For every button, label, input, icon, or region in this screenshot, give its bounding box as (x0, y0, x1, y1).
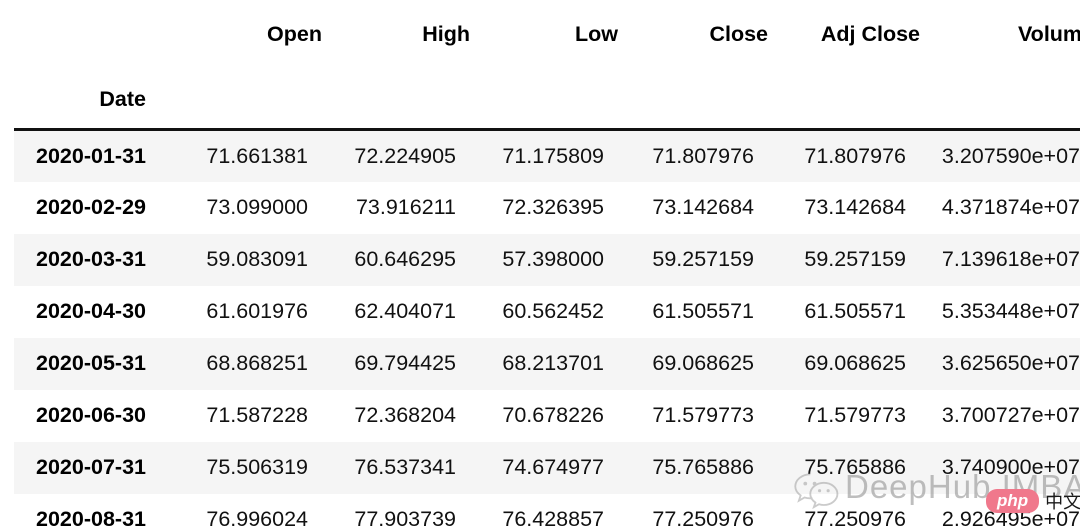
cell-high: 72.368204 (354, 403, 456, 427)
cell-low: 72.326395 (502, 195, 604, 219)
cell-volume: 3.700727e+07 (941, 403, 1080, 427)
row-label-date: 2020-04-30 (36, 299, 146, 323)
cell-volume: 3.207590e+07 (941, 143, 1080, 168)
index-row-blank-3 (470, 72, 618, 131)
cell-open: 71.661381 (206, 143, 308, 168)
table-row: 2020-01-31 71.661381 72.224905 71.175809… (14, 129, 1080, 182)
table-row: 2020-07-31 75.506319 76.537341 74.674977… (14, 441, 1080, 494)
cell-open: 73.099000 (206, 195, 308, 219)
cell-adj-close: 69.068625 (804, 351, 906, 375)
column-header-adj-close: Adj Close (820, 21, 920, 46)
cell-volume: 2.926495e+07 (941, 507, 1080, 526)
table-row: 2020-08-31 76.996024 77.903739 76.428857… (14, 493, 1080, 526)
cell-adj-close: 59.257159 (804, 247, 906, 271)
column-header-open: Open (267, 21, 322, 46)
cell-low: 60.562452 (502, 299, 604, 323)
corner-blank-cell (14, 0, 172, 72)
cell-close: 75.765886 (652, 455, 754, 479)
cell-close: 59.257159 (652, 247, 754, 271)
column-header-low: Low (575, 21, 618, 46)
table-row: 2020-03-31 59.083091 60.646295 57.398000… (14, 233, 1080, 286)
table-body: 2020-01-31 71.661381 72.224905 71.175809… (14, 129, 1080, 526)
cell-close: 61.505571 (652, 299, 754, 323)
column-header-high: High (422, 21, 470, 46)
cell-high: 69.794425 (354, 351, 456, 375)
cell-volume: 7.139618e+07 (941, 247, 1080, 271)
cell-volume: 4.371874e+07 (941, 195, 1080, 219)
cell-low: 57.398000 (502, 247, 604, 271)
cell-high: 72.224905 (354, 143, 456, 168)
dataframe-table: Open High Low Close Adj Close Volume Dat… (14, 0, 1080, 526)
table-row: 2020-04-30 61.601976 62.404071 60.562452… (14, 285, 1080, 338)
cell-high: 76.537341 (354, 455, 456, 479)
cell-close: 71.579773 (652, 403, 754, 427)
cell-open: 75.506319 (206, 455, 308, 479)
index-name-row: Date (14, 72, 1080, 131)
row-label-date: 2020-05-31 (36, 351, 146, 375)
cell-open: 61.601976 (206, 299, 308, 323)
cell-low: 71.175809 (502, 143, 604, 168)
cell-low: 74.674977 (502, 455, 604, 479)
column-header-row: Open High Low Close Adj Close Volume (14, 0, 1080, 72)
cell-open: 76.996024 (206, 507, 308, 526)
table-row: 2020-02-29 73.099000 73.916211 72.326395… (14, 181, 1080, 234)
cell-close: 77.250976 (652, 507, 754, 526)
row-label-date: 2020-08-31 (36, 507, 146, 526)
index-row-blank-4 (618, 72, 768, 131)
cell-adj-close: 71.579773 (804, 403, 906, 427)
row-label-date: 2020-02-29 (36, 195, 146, 219)
cell-high: 77.903739 (354, 507, 456, 526)
cell-close: 71.807976 (652, 143, 754, 168)
row-label-date: 2020-07-31 (36, 455, 146, 479)
cell-high: 73.916211 (355, 195, 456, 219)
cell-adj-close: 61.505571 (804, 299, 906, 323)
column-header-volume: Volume (1017, 21, 1080, 46)
cell-volume: 5.353448e+07 (941, 299, 1080, 323)
cell-adj-close: 73.142684 (804, 195, 906, 219)
column-header-close: Close (709, 21, 768, 46)
index-name-date: Date (14, 72, 172, 131)
cell-high: 60.646295 (354, 247, 456, 271)
cell-adj-close: 75.765886 (804, 455, 906, 479)
row-label-date: 2020-01-31 (36, 143, 146, 168)
cell-adj-close: 77.250976 (804, 507, 906, 526)
cell-adj-close: 71.807976 (804, 143, 906, 168)
index-row-blank-2 (322, 72, 470, 131)
cell-close: 69.068625 (652, 351, 754, 375)
cell-low: 70.678226 (502, 403, 604, 427)
row-label-date: 2020-06-30 (36, 403, 146, 427)
cell-high: 62.404071 (354, 299, 456, 323)
cell-open: 68.868251 (206, 351, 308, 375)
cell-open: 59.083091 (206, 247, 308, 271)
table-row: 2020-05-31 68.868251 69.794425 68.213701… (14, 337, 1080, 390)
table-row: 2020-06-30 71.587228 72.368204 70.678226… (14, 389, 1080, 442)
cell-close: 73.142684 (652, 195, 754, 219)
cell-volume: 3.625650e+07 (941, 351, 1080, 375)
table-header: Open High Low Close Adj Close Volume Dat… (14, 0, 1080, 131)
cell-low: 76.428857 (502, 507, 604, 526)
cell-volume: 3.740900e+07 (941, 455, 1080, 479)
cell-open: 71.587228 (206, 403, 308, 427)
row-label-date: 2020-03-31 (36, 247, 146, 271)
index-row-blank-6 (920, 72, 1080, 131)
cell-low: 68.213701 (502, 351, 604, 375)
index-row-blank-1 (172, 72, 322, 131)
dataframe-table-screenshot: Open High Low Close Adj Close Volume Dat… (0, 0, 1080, 526)
index-row-blank-5 (768, 72, 920, 131)
